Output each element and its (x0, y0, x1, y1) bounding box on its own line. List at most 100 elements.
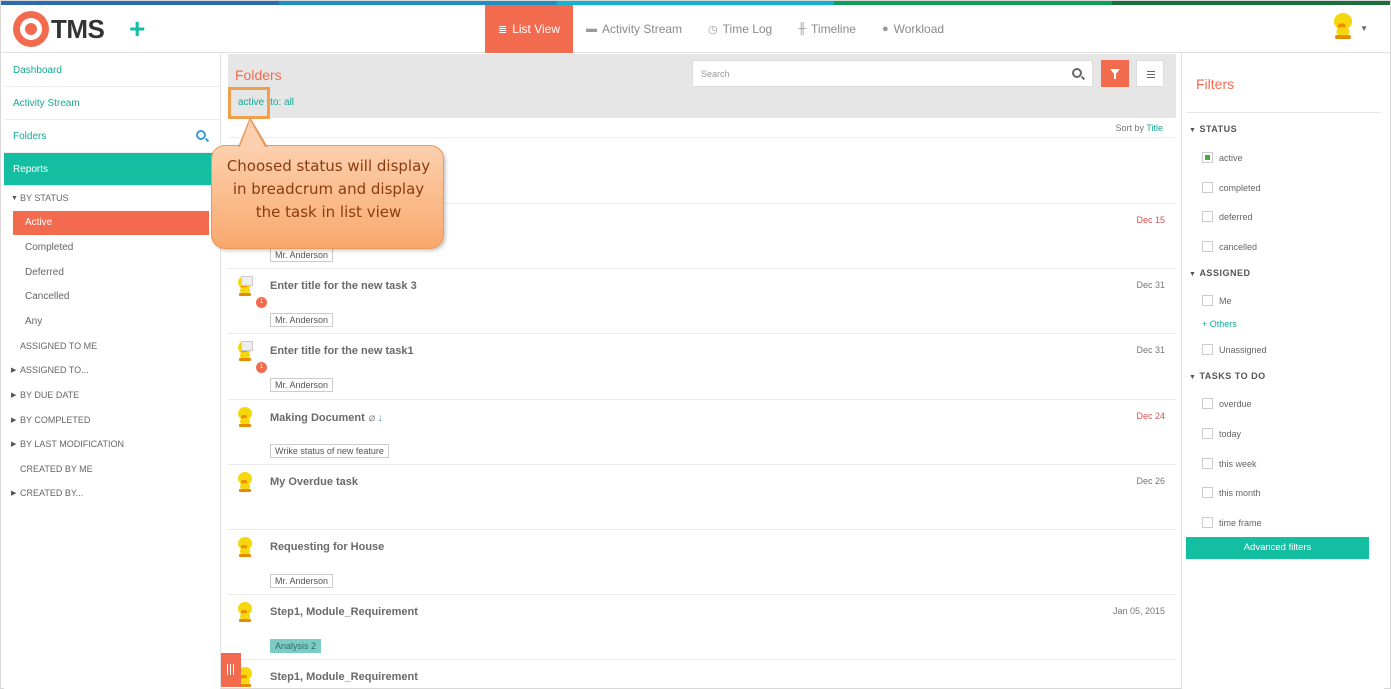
filter-group-assigned[interactable]: ▼ ASSIGNED (1189, 268, 1250, 278)
group-created-by-me[interactable]: CREATED BY ME (4, 457, 220, 482)
search-icon[interactable] (1072, 68, 1082, 78)
sliders-icon: ╫ (798, 23, 807, 35)
filter-todo-this-week[interactable]: this week (1202, 458, 1257, 469)
checkbox-label: Unassigned (1219, 344, 1267, 355)
task-title[interactable]: My Overdue task (270, 476, 358, 488)
checkbox-label: deferred (1219, 211, 1253, 222)
bar (233, 664, 234, 675)
sort-value[interactable]: Title (1146, 123, 1163, 133)
group-assigned-to[interactable]: ▶ ASSIGNED TO... (4, 358, 220, 383)
checkbox[interactable] (1202, 428, 1213, 439)
user-menu[interactable]: ▼ (1330, 13, 1368, 43)
task-title[interactable]: Requesting for House (270, 541, 384, 553)
task-title-wrap[interactable]: Making Document ⌀ ↓ (270, 411, 383, 424)
filter-assigned-me[interactable]: Me (1202, 295, 1232, 306)
group-by-completed[interactable]: ▶ BY COMPLETED (4, 407, 220, 432)
checkbox[interactable] (1202, 517, 1213, 528)
filter-status-deferred[interactable]: deferred (1202, 211, 1253, 222)
caret-right-icon: ▶ (11, 392, 17, 400)
status-deferred[interactable]: Deferred (4, 260, 220, 285)
annotation-callout: Choosed status will display in breadcrum… (211, 145, 444, 249)
user-icon: ● (881, 23, 889, 35)
checkbox[interactable] (1202, 241, 1213, 252)
group-by-due-date[interactable]: ▶ BY DUE DATE (4, 383, 220, 408)
task-row[interactable]: 1 Enter title for the new task1 Dec 31 M… (228, 334, 1176, 400)
checkbox[interactable] (1202, 152, 1213, 163)
search-input[interactable]: Search (692, 60, 1093, 87)
task-row[interactable]: Step1, Module_Requirement (228, 660, 1176, 689)
callout-text: Choosed status will display in breadcrum… (226, 157, 431, 221)
breadcrumb-scope[interactable]: to: all (270, 97, 294, 108)
sidebar-item-folders[interactable]: Folders (4, 120, 220, 153)
logo[interactable]: TMS (13, 11, 105, 47)
nav-activity-stream[interactable]: ▬ Activity Stream (573, 5, 695, 53)
filter-button[interactable] (1101, 60, 1129, 87)
avatar (235, 471, 261, 502)
caret-right-icon: ▶ (11, 490, 17, 498)
filter-todo-this-month[interactable]: this month (1202, 487, 1261, 498)
checkbox[interactable] (1202, 487, 1213, 498)
left-sidebar: Dashboard Activity Stream Folders Report… (4, 54, 221, 689)
filter-todo-today[interactable]: today (1202, 428, 1241, 439)
search-icon[interactable] (196, 130, 206, 140)
group-by-last-modification[interactable]: ▶ BY LAST MODIFICATION (4, 432, 220, 457)
filter-group-tasks-to-do[interactable]: ▼ TASKS TO DO (1189, 371, 1266, 381)
task-tag[interactable]: Analysis 2 (270, 639, 322, 654)
advanced-filters-button[interactable]: Advanced filters (1186, 537, 1369, 559)
group-created-by[interactable]: ▶ CREATED BY... (4, 481, 220, 506)
checkbox[interactable] (1202, 458, 1213, 469)
nav-workload[interactable]: ● Workload (869, 5, 957, 53)
task-title[interactable]: Enter title for the new task 3 (270, 280, 417, 292)
task-tag[interactable]: Mr. Anderson (270, 248, 334, 262)
checkbox[interactable] (1202, 344, 1213, 355)
filter-status-completed[interactable]: completed (1202, 182, 1261, 193)
task-row[interactable]: Requesting for House Mr. Anderson (228, 530, 1176, 596)
comment-icon: ▬ (586, 23, 598, 35)
group-assigned-to-me[interactable]: ASSIGNED TO ME (4, 334, 220, 359)
nav-timeline[interactable]: ╫ Timeline (785, 5, 869, 53)
sidebar-item-reports[interactable]: Reports (4, 153, 220, 186)
checkbox[interactable] (1202, 211, 1213, 222)
status-any[interactable]: Any (4, 309, 220, 334)
group-by-status[interactable]: ▼ BY STATUS (4, 186, 220, 211)
filter-assigned-others[interactable]: + Others (1202, 319, 1237, 329)
filters-panel: Filters ▼ STATUS active completed deferre… (1181, 54, 1384, 689)
sidebar-item-dashboard[interactable]: Dashboard (4, 54, 220, 87)
nav-time-log[interactable]: ◷ Time Log (695, 5, 785, 53)
nav-list-view[interactable]: ≣ List View (485, 5, 574, 53)
plus-icon[interactable]: + (129, 15, 145, 43)
collapse-sidebar-button[interactable] (221, 653, 241, 687)
task-title[interactable]: Step1, Module_Requirement (270, 671, 418, 683)
task-tag[interactable]: Wrike status of new feature (270, 443, 389, 458)
task-row[interactable]: 1 Enter title for the new task 3 Dec 31 … (228, 269, 1176, 335)
menu-button[interactable] (1136, 60, 1164, 87)
bar (227, 664, 228, 675)
task-date: Dec 15 (1136, 215, 1165, 225)
nav-label: Time Log (722, 22, 773, 36)
status-cancelled[interactable]: Cancelled (4, 284, 220, 309)
filter-status-active[interactable]: active (1202, 152, 1243, 163)
task-title[interactable]: Enter title for the new task1 (270, 345, 414, 357)
status-completed[interactable]: Completed (4, 235, 220, 260)
filter-group-status[interactable]: ▼ STATUS (1189, 124, 1237, 134)
checkbox[interactable] (1202, 295, 1213, 306)
group-label: ASSIGNED TO... (20, 365, 89, 376)
checkbox[interactable] (1202, 398, 1213, 409)
filter-todo-overdue[interactable]: overdue (1202, 398, 1252, 409)
filter-unassigned[interactable]: Unassigned (1202, 344, 1267, 355)
status-active[interactable]: Active (13, 210, 209, 236)
task-tag[interactable]: Mr. Anderson (270, 378, 334, 393)
filter-status-cancelled[interactable]: cancelled (1202, 241, 1257, 252)
checkbox-label: time frame (1219, 517, 1262, 528)
sidebar-item-activity-stream[interactable]: Activity Stream (4, 87, 220, 120)
checkbox[interactable] (1202, 182, 1213, 193)
task-tag[interactable]: Mr. Anderson (270, 573, 334, 588)
task-row[interactable]: Making Document ⌀ ↓ Dec 24 Wrike status of… (228, 400, 1176, 465)
task-date: Jan 05, 2015 (1112, 606, 1165, 617)
task-title[interactable]: Step1, Module_Requirement (270, 606, 418, 618)
task-row[interactable]: Step1, Module_Requirement Jan 05, 2015 A… (228, 595, 1176, 661)
task-tag[interactable]: Mr. Anderson (270, 313, 334, 328)
filter-todo-time-frame[interactable]: time frame (1202, 517, 1262, 528)
task-date: Dec 31 (1136, 280, 1165, 291)
task-row[interactable]: My Overdue task Dec 26 (228, 465, 1176, 530)
